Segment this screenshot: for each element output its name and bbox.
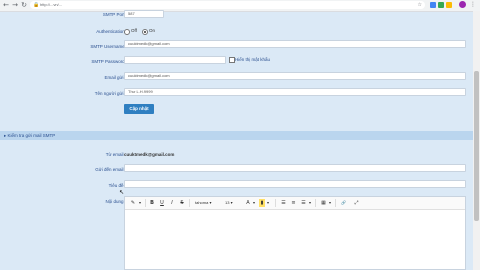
content-label: Nội dung : — [105, 199, 126, 204]
font-size-value: 13 — [225, 200, 230, 205]
smtp-port-label: SMTP Port: — [102, 12, 126, 17]
sender-name-input[interactable]: Thư L.H.9999 — [124, 88, 466, 96]
toolbar-divider — [275, 199, 276, 207]
editor-toolbar: ✎ ▾ B U I S tahoma ▾ 13 ▾ A ▾ ▮ ▾ ☰ ≡ ☰ … — [125, 197, 465, 210]
underline-button[interactable]: U — [159, 199, 165, 207]
to-email-input[interactable] — [124, 164, 466, 172]
from-email-label: Từ email : — [105, 152, 126, 157]
bookmark-star-icon[interactable]: ☆ — [418, 1, 422, 9]
update-button[interactable]: Cập nhật — [124, 104, 154, 114]
browser-menu-icon[interactable]: ⋮ — [470, 1, 476, 9]
smtp-port-input[interactable]: 587 — [124, 10, 164, 18]
highlight-dropdown-icon[interactable]: ▾ — [266, 199, 270, 207]
smtp-username-input[interactable]: cuuktmedk@gmail.com — [124, 40, 466, 48]
scrollbar-thumb[interactable] — [474, 71, 479, 221]
table-dropdown-icon[interactable]: ▾ — [328, 199, 332, 207]
font-size-select[interactable]: 13 ▾ — [225, 199, 239, 207]
profile-avatar[interactable] — [459, 1, 466, 8]
browser-toolbar: ← → ↻ 🔒 http://...vn/... ☆ ⋮ — [0, 0, 480, 12]
align-icon[interactable]: ☰ — [300, 199, 307, 207]
lock-icon: 🔒 — [33, 2, 40, 8]
url-text[interactable]: http://...vn/... — [40, 1, 62, 9]
back-icon[interactable]: ← — [2, 1, 10, 9]
table-icon[interactable]: ▦ — [320, 199, 327, 207]
authentication-label: Authentication: — [96, 29, 126, 34]
section-title: ▸ Kiểm tra gửi mail SMTP — [4, 133, 56, 138]
auth-on-label: On — [149, 28, 156, 33]
forward-icon[interactable]: → — [11, 1, 19, 9]
font-color-dropdown-icon[interactable]: ▾ — [252, 199, 256, 207]
font-color-button[interactable]: A — [245, 199, 251, 207]
auth-off-radio[interactable] — [124, 29, 130, 35]
toolbar-divider — [315, 199, 316, 207]
test-smtp-section-header[interactable]: ▸ Kiểm tra gửi mail SMTP — [0, 131, 473, 140]
subject-label: Tiêu đề : — [108, 183, 126, 188]
rich-text-editor[interactable]: ✎ ▾ B U I S tahoma ▾ 13 ▾ A ▾ ▮ ▾ ☰ ≡ ☰ … — [124, 196, 466, 270]
sender-name-label: Tên người gửi : — [94, 91, 126, 96]
auth-on-radio[interactable] — [142, 29, 148, 35]
extension-icon[interactable] — [446, 2, 452, 8]
font-family-value: tahoma — [195, 200, 209, 205]
mouse-cursor-icon: ↖ — [119, 189, 125, 196]
auth-off-label: Off — [131, 28, 137, 33]
to-email-label: Gửi đến email : — [95, 167, 126, 172]
reload-icon[interactable]: ↻ — [20, 1, 28, 9]
link-icon[interactable]: 🔗 — [340, 199, 347, 207]
highlight-color-icon[interactable]: ▮ — [259, 199, 265, 207]
show-password-label: Hiển thị mật khẩu — [235, 57, 271, 62]
italic-button[interactable]: I — [169, 199, 175, 207]
magic-format-icon[interactable]: ✎ — [129, 199, 137, 207]
bold-button[interactable]: B — [149, 199, 155, 207]
page-scrollbar[interactable] — [473, 11, 480, 270]
font-family-select[interactable]: tahoma ▾ — [195, 199, 219, 207]
sender-email-label: Email gửi : — [104, 75, 126, 80]
toolbar-divider — [145, 199, 146, 207]
extension-icon[interactable] — [430, 2, 436, 8]
fullscreen-icon[interactable]: ⤢ — [353, 199, 360, 207]
smtp-username-label: SMTP Username: — [90, 44, 126, 49]
sender-email-input[interactable]: cuuktmedk@gmail.com — [124, 72, 466, 80]
address-bar[interactable]: 🔒 http://...vn/... ☆ — [30, 1, 425, 9]
ordered-list-icon[interactable]: ≡ — [290, 199, 297, 207]
toolbar-divider — [189, 199, 190, 207]
from-email-value: cuuktmedk@gmail.com — [124, 152, 175, 157]
unordered-list-icon[interactable]: ☰ — [280, 199, 287, 207]
subject-input[interactable] — [124, 180, 466, 188]
smtp-password-label: SMTP Password: — [91, 59, 126, 64]
align-dropdown-icon[interactable]: ▾ — [308, 199, 312, 207]
strikethrough-button[interactable]: S — [179, 199, 185, 207]
smtp-password-input[interactable] — [124, 56, 226, 64]
extension-icon[interactable] — [438, 2, 444, 8]
magic-dropdown-icon[interactable]: ▾ — [138, 199, 142, 207]
toolbar-divider — [335, 199, 336, 207]
